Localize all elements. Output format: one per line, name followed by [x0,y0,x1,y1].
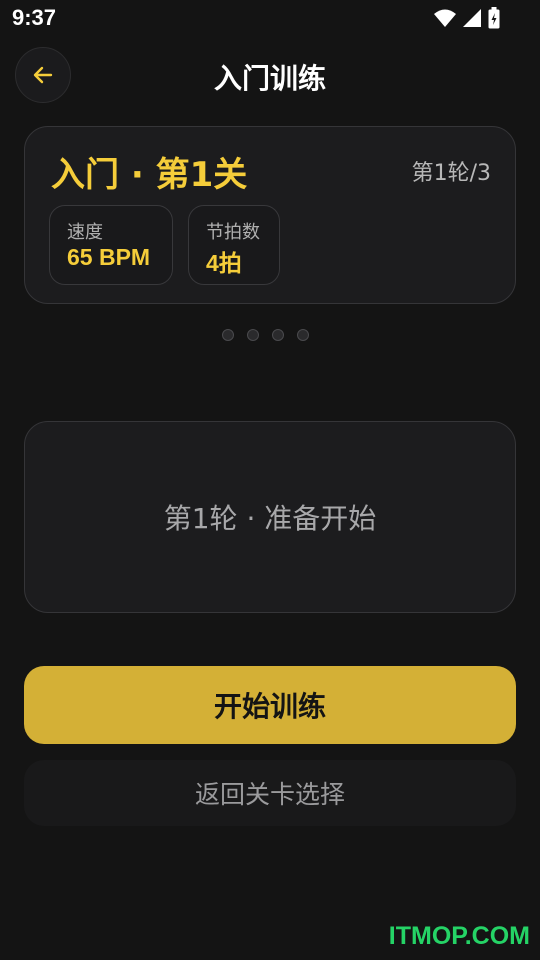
status-time: 9:37 [12,5,57,30]
round-counter: 第1轮/3 [411,161,491,186]
beat-dot [272,329,284,341]
status-bar: 9:37 [0,0,540,36]
beat-dot [247,329,259,341]
signal-icon [463,9,481,27]
wifi-icon [434,9,456,27]
battery-icon [488,7,500,29]
status-panel: 第1轮 · 准备开始 [24,421,516,613]
status-icons [434,7,500,29]
beats-value: 4拍 [206,250,242,276]
back-to-level-select-button[interactable]: 返回关卡选择 [24,760,516,826]
start-training-button[interactable]: 开始训练 [24,666,516,744]
level-card: 入门 · 第1关 第1轮/3 速度 65 BPM 节拍数 4拍 [24,126,516,304]
beats-stat: 节拍数 4拍 [188,205,280,285]
page-title: 入门训练 [213,62,326,95]
speed-stat: 速度 65 BPM [49,205,173,285]
beat-dot [297,329,309,341]
beat-dot [222,329,234,341]
beat-indicator [222,329,309,341]
status-text: 第1轮 · 准备开始 [163,502,377,535]
watermark: ITMOP.COM [388,922,530,950]
beats-label: 节拍数 [206,222,260,243]
level-title: 入门 · 第1关 [51,155,248,195]
header: 入门训练 [0,44,540,106]
speed-value: 65 BPM [67,244,151,270]
speed-label: 速度 [67,222,103,243]
